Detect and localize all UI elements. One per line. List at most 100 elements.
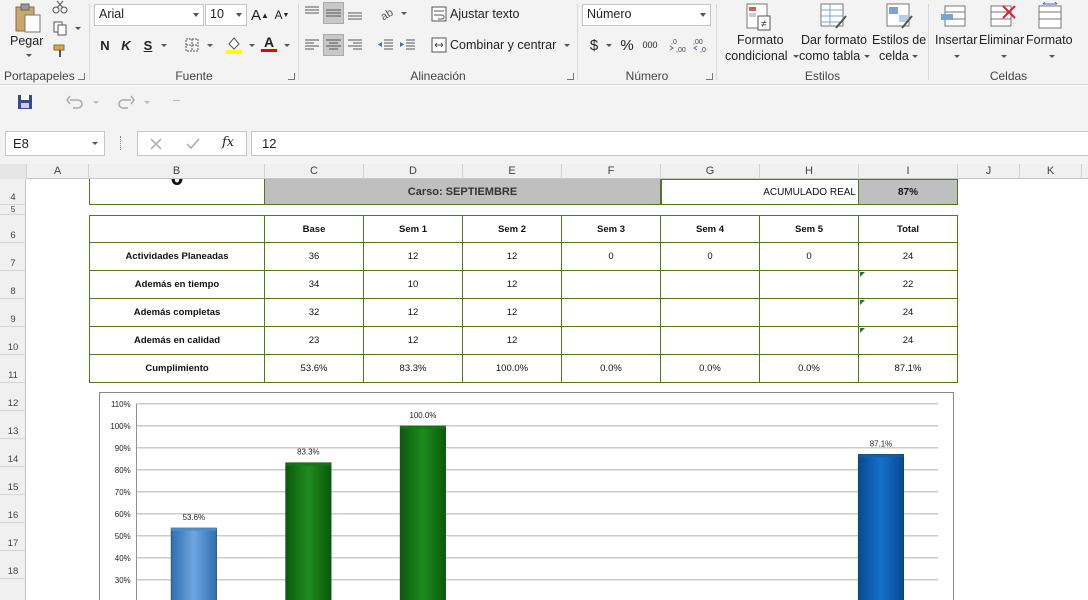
row-header[interactable]: 15 (0, 467, 26, 495)
orientation-dropdown-icon[interactable] (401, 12, 407, 15)
fill-color-icon[interactable] (225, 35, 243, 55)
row-header[interactable]: 6 (0, 215, 26, 243)
cell-styles-dropdown-icon[interactable] (912, 55, 918, 58)
select-all-corner[interactable] (0, 164, 27, 179)
paste-icon[interactable] (12, 2, 44, 34)
table-cell[interactable] (661, 327, 760, 355)
cut-icon[interactable] (52, 0, 68, 14)
decrease-indent-icon[interactable] (377, 37, 395, 53)
table-row-label[interactable]: Actividades Planeadas (89, 243, 265, 271)
redo-icon[interactable] (117, 94, 135, 110)
format-as-table-label-2[interactable]: como tabla (799, 49, 860, 63)
font-name-combo[interactable]: Arial (94, 4, 204, 26)
insert-dropdown-icon[interactable] (954, 55, 960, 58)
col-header-c[interactable]: C (265, 164, 364, 179)
grow-font-button[interactable]: A ▲ (251, 5, 269, 25)
merge-dropdown-icon[interactable] (564, 44, 570, 47)
table-row-label[interactable]: Además completas (89, 299, 265, 327)
borders-icon[interactable] (184, 37, 200, 53)
align-left-icon[interactable] (303, 37, 321, 53)
font-launcher-icon[interactable] (288, 73, 295, 80)
font-color-icon[interactable]: A (261, 34, 277, 54)
table-cell[interactable]: 32 (265, 299, 364, 327)
name-box[interactable]: E8 (5, 131, 105, 156)
row-header[interactable]: 8 (0, 271, 26, 299)
insert-cells-icon[interactable] (939, 2, 969, 32)
cell-acumulado-value[interactable]: 87% (859, 179, 958, 205)
align-top-icon[interactable] (303, 4, 321, 20)
undo-dropdown-icon[interactable] (93, 101, 99, 104)
table-header-blank[interactable] (89, 215, 265, 243)
table-cell[interactable]: 10 (364, 271, 463, 299)
table-cell[interactable] (760, 299, 859, 327)
table-cell[interactable]: 53.6% (265, 355, 364, 383)
col-header-f[interactable]: F (562, 164, 661, 179)
cell-acumulado-label[interactable]: ACUMULADO REAL (661, 179, 859, 205)
paste-dropdown-icon[interactable] (26, 54, 32, 57)
row-header[interactable]: 13 (0, 411, 26, 439)
table-cell[interactable]: 12 (364, 299, 463, 327)
paste-button[interactable]: Pegar (10, 34, 43, 48)
alignment-launcher-icon[interactable] (567, 73, 574, 80)
table-cell[interactable]: 36 (265, 243, 364, 271)
table-cell[interactable] (562, 271, 661, 299)
conditional-format-label-2[interactable]: condicional (725, 49, 788, 63)
table-header-cell[interactable]: Sem 5 (760, 215, 859, 243)
table-cell[interactable] (562, 299, 661, 327)
table-cell[interactable] (760, 327, 859, 355)
col-header-g[interactable]: G (661, 164, 760, 179)
table-cell[interactable]: 0 (760, 243, 859, 271)
percent-button[interactable]: % (618, 36, 636, 54)
table-header-cell[interactable]: Base (265, 215, 364, 243)
col-header-e[interactable]: E (463, 164, 562, 179)
underline-dropdown-icon[interactable] (161, 44, 167, 47)
delete-cells-icon[interactable] (987, 2, 1017, 32)
row-header[interactable]: 14 (0, 439, 26, 467)
format-button[interactable]: Formato (1026, 33, 1073, 47)
table-cell[interactable]: 22 (859, 271, 958, 299)
wrap-text-button[interactable]: Ajustar texto (450, 7, 519, 21)
font-size-combo[interactable]: 10 (205, 4, 247, 26)
table-cell[interactable]: 12 (364, 243, 463, 271)
table-cell[interactable] (661, 271, 760, 299)
format-dropdown-icon[interactable] (1049, 55, 1055, 58)
bold-button[interactable]: N (97, 36, 113, 54)
row-header[interactable]: 16 (0, 495, 26, 523)
increase-decimal-icon[interactable]: ,0,00 (669, 36, 689, 54)
save-icon[interactable] (17, 94, 33, 110)
fill-color-dropdown-icon[interactable] (249, 44, 255, 47)
format-as-table-label-1[interactable]: Dar formato (801, 33, 867, 47)
row-header[interactable]: 11 (0, 355, 26, 383)
format-as-table-dropdown-icon[interactable] (864, 55, 870, 58)
row-header[interactable]: 4 (0, 179, 26, 205)
col-header-b[interactable]: B (89, 164, 265, 179)
redo-dropdown-icon[interactable] (144, 101, 150, 104)
align-right-icon[interactable] (346, 37, 364, 53)
table-header-cell[interactable]: Sem 2 (463, 215, 562, 243)
col-header-h[interactable]: H (760, 164, 859, 179)
currency-button[interactable]: $ (588, 36, 600, 54)
align-middle-button[interactable] (323, 2, 344, 24)
italic-button[interactable]: K (118, 36, 134, 54)
row-header[interactable]: 18 (0, 551, 26, 579)
bar-chart[interactable]: 30% 40% 50% 60% 70% 80% 90% 100% 110% 53.6% 83.3% 1… (99, 392, 954, 600)
format-painter-icon[interactable] (52, 42, 68, 58)
conditional-format-icon[interactable]: ≠ (744, 2, 774, 32)
table-cell[interactable]: 83.3% (364, 355, 463, 383)
align-center-button[interactable] (323, 34, 344, 56)
orientation-icon[interactable]: ab (379, 5, 399, 21)
table-row-label[interactable]: Además en calidad (89, 327, 265, 355)
insert-button[interactable]: Insertar (935, 33, 977, 47)
table-header-cell[interactable]: Sem 4 (661, 215, 760, 243)
undo-icon[interactable] (66, 94, 84, 110)
cell-b4[interactable]: 0 (89, 179, 265, 205)
font-color-dropdown-icon[interactable] (284, 44, 290, 47)
number-format-combo[interactable]: Número (582, 4, 711, 26)
row-header[interactable]: 17 (0, 523, 26, 551)
cell-styles-icon[interactable] (884, 2, 914, 32)
decrease-decimal-icon[interactable]: ,00,0 (691, 36, 711, 54)
number-launcher-icon[interactable] (706, 73, 713, 80)
col-header-k[interactable]: K (1020, 164, 1082, 179)
delete-dropdown-icon[interactable] (1001, 55, 1007, 58)
table-header-cell[interactable]: Total (859, 215, 958, 243)
